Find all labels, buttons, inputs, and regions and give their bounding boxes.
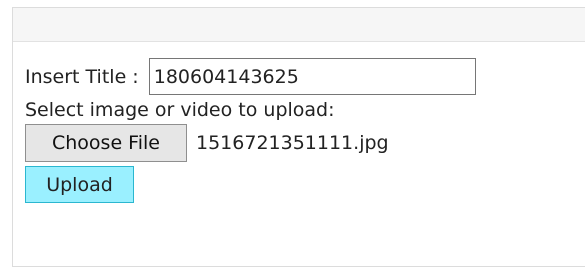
title-label: Insert Title :: [25, 65, 145, 88]
selected-file-name: 1516721351111.jpg: [196, 132, 389, 154]
title-input[interactable]: [148, 58, 476, 95]
choose-file-button[interactable]: Choose File: [25, 124, 187, 162]
upload-button[interactable]: Upload: [25, 166, 134, 203]
panel-header: [13, 8, 585, 42]
upload-form: Insert Title : Select image or video to …: [25, 58, 476, 203]
file-picker-row: Choose File 1516721351111.jpg: [25, 124, 476, 162]
upload-row: Upload: [25, 166, 476, 203]
select-file-label: Select image or video to upload:: [25, 98, 335, 121]
select-file-row: Select image or video to upload:: [25, 96, 476, 123]
title-row: Insert Title :: [25, 58, 476, 95]
